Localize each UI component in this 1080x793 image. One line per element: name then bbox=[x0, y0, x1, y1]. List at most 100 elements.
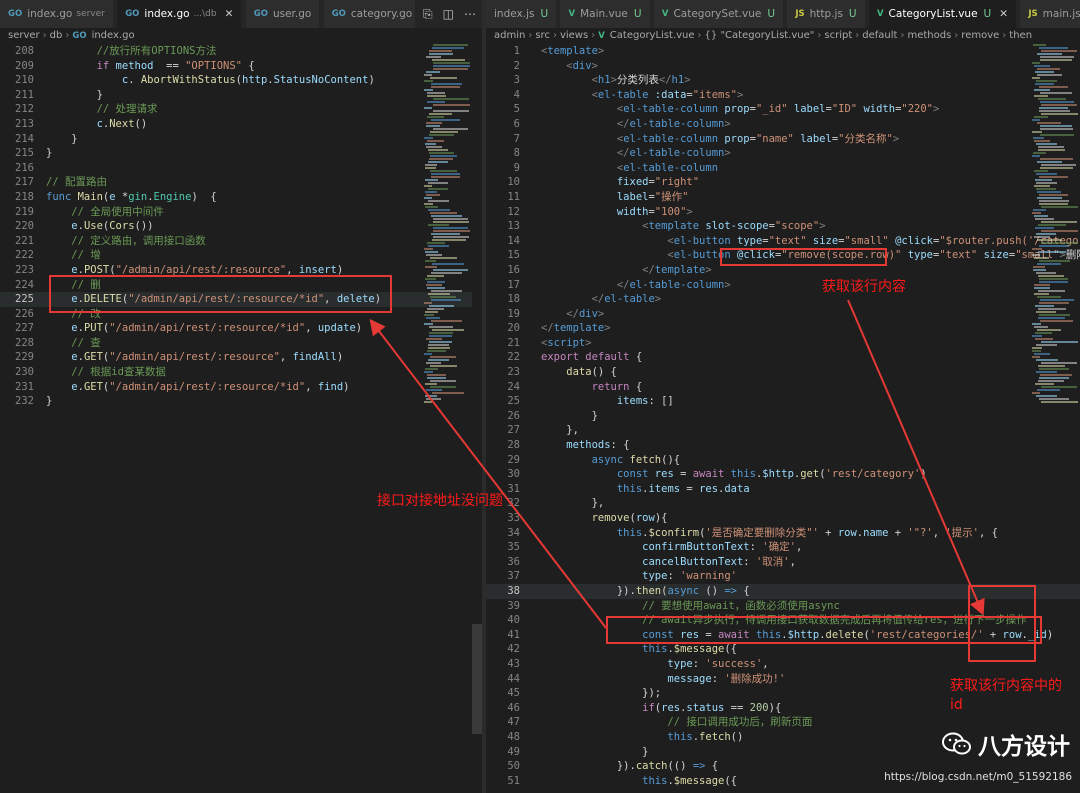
tab-index-go-server[interactable]: GO index.go server bbox=[0, 0, 114, 28]
breadcrumb-item[interactable]: src bbox=[535, 30, 550, 41]
code-line[interactable]: 39 // 要想使用await，函数必须使用async bbox=[486, 599, 1080, 614]
more-actions-icon[interactable]: ⋯ bbox=[464, 7, 476, 21]
code-line[interactable]: 5 <el-table-column prop="_id" label="ID"… bbox=[486, 102, 1080, 117]
close-icon[interactable]: ✕ bbox=[999, 8, 1008, 20]
breadcrumb-item[interactable]: methods bbox=[907, 30, 951, 41]
code-line[interactable]: 23 data() { bbox=[486, 365, 1080, 380]
vertical-scrollbar[interactable] bbox=[472, 44, 482, 793]
code-line[interactable]: 214 } bbox=[0, 132, 482, 147]
code-line[interactable]: 231 e.GET("/admin/api/rest/:resource/*id… bbox=[0, 380, 482, 395]
code-line[interactable]: 4 <el-table :data="items"> bbox=[486, 88, 1080, 103]
code-line[interactable]: 37 type: 'warning' bbox=[486, 569, 1080, 584]
code-line[interactable]: 221 // 定义路由，调用接口函数 bbox=[0, 234, 482, 249]
code-line[interactable]: 13 <template slot-scope="scope"> bbox=[486, 219, 1080, 234]
code-line[interactable]: 40 // await异步执行，待调用接口获取数据完成后再将值传给res，进行下… bbox=[486, 613, 1080, 628]
code-line[interactable]: 222 // 增 bbox=[0, 248, 482, 263]
code-line[interactable]: 8 </el-table-column> bbox=[486, 146, 1080, 161]
code-line[interactable]: 35 confirmButtonText: '确定', bbox=[486, 540, 1080, 555]
code-line[interactable]: 209 if method == "OPTIONS" { bbox=[0, 59, 482, 74]
breadcrumb-item[interactable]: script bbox=[824, 30, 852, 41]
code-line[interactable]: 218 func Main(e *gin.Engine) { bbox=[0, 190, 482, 205]
code-line[interactable]: 25 items: [] bbox=[486, 394, 1080, 409]
code-line[interactable]: 216 bbox=[0, 161, 482, 176]
code-line[interactable]: 211 } bbox=[0, 88, 482, 103]
code-line[interactable]: 11 label="操作" bbox=[486, 190, 1080, 205]
breadcrumb-item[interactable]: admin bbox=[494, 30, 525, 41]
code-line[interactable]: 212 // 处理请求 bbox=[0, 102, 482, 117]
code-line[interactable]: 18 </el-table> bbox=[486, 292, 1080, 307]
tab-main-js[interactable]: JS main.js M bbox=[1020, 0, 1080, 28]
code-editor[interactable]: 208 //放行所有OPTIONS方法 209 if method == "OPT… bbox=[0, 44, 482, 409]
code-line[interactable]: 30 const res = await this.$http.get('res… bbox=[486, 467, 1080, 482]
code-line[interactable]: 2 <div> bbox=[486, 59, 1080, 74]
breadcrumb-item[interactable]: index.go bbox=[92, 30, 135, 41]
code-line[interactable]: 229 e.GET("/admin/api/rest/:resource", f… bbox=[0, 350, 482, 365]
code-line[interactable]: 20 </template> bbox=[486, 321, 1080, 336]
close-icon[interactable]: ✕ bbox=[225, 8, 234, 20]
code-line[interactable]: 22 export default { bbox=[486, 350, 1080, 365]
code-line[interactable]: 223 e.POST("/admin/api/rest/:resource", … bbox=[0, 263, 482, 278]
code-line[interactable]: 43 type: 'success', bbox=[486, 657, 1080, 672]
code-line[interactable]: 225 e.DELETE("/admin/api/rest/:resource/… bbox=[0, 292, 482, 307]
code-line[interactable]: 9 <el-table-column bbox=[486, 161, 1080, 176]
code-line[interactable]: 227 e.PUT("/admin/api/rest/:resource/*id… bbox=[0, 321, 482, 336]
code-line[interactable]: 10 fixed="right" bbox=[486, 175, 1080, 190]
scrollbar-thumb[interactable] bbox=[472, 624, 482, 734]
code-line[interactable]: 220 e.Use(Cors()) bbox=[0, 219, 482, 234]
split-editor-icon[interactable]: ◫ bbox=[443, 7, 454, 21]
code-line[interactable]: 12 width="100"> bbox=[486, 205, 1080, 220]
tab-index-go-db[interactable]: GO index.go ...\db ✕ bbox=[117, 0, 243, 28]
code-line[interactable]: 21 <script> bbox=[486, 336, 1080, 351]
code-line[interactable]: 224 // 删 bbox=[0, 278, 482, 293]
code-line[interactable]: 31 this.items = res.data bbox=[486, 482, 1080, 497]
breadcrumb-item[interactable]: {} "CategoryList.vue" bbox=[705, 30, 815, 41]
compare-changes-icon[interactable]: ⎘ bbox=[423, 7, 433, 22]
tab-index-js[interactable]: index.js U bbox=[486, 0, 558, 28]
code-line[interactable]: 36 cancelButtonText: '取消', bbox=[486, 555, 1080, 570]
code-line[interactable]: 19 </div> bbox=[486, 307, 1080, 322]
code-line[interactable]: 15 <el-button @click="remove(scope.row)"… bbox=[486, 248, 1080, 263]
code-line[interactable]: 219 // 全局使用中间件 bbox=[0, 205, 482, 220]
code-line[interactable]: 217 // 配置路由 bbox=[0, 175, 482, 190]
tab-user-go[interactable]: GO user.go bbox=[245, 0, 321, 28]
code-line[interactable]: 26 } bbox=[486, 409, 1080, 424]
breadcrumb-item[interactable]: db bbox=[50, 30, 63, 41]
tab-category-go[interactable]: GO category.go bbox=[323, 0, 422, 28]
code-line[interactable]: 228 // 查 bbox=[0, 336, 482, 351]
code-line[interactable]: 213 c.Next() bbox=[0, 117, 482, 132]
code-line[interactable]: 16 </template> bbox=[486, 263, 1080, 278]
code-line[interactable]: 226 // 改 bbox=[0, 307, 482, 322]
tab-categoryset-vue[interactable]: V CategorySet.vue U bbox=[653, 0, 784, 28]
code-line[interactable]: 215} bbox=[0, 146, 482, 161]
tab-categorylist-vue[interactable]: V CategoryList.vue U ✕ bbox=[868, 0, 1018, 28]
code-line[interactable]: 1 <template> bbox=[486, 44, 1080, 59]
minimap[interactable] bbox=[424, 44, 472, 793]
code-line[interactable]: 7 <el-table-column prop="name" label="分类… bbox=[486, 132, 1080, 147]
breadcrumb-item[interactable]: default bbox=[862, 30, 897, 41]
code-line[interactable]: 38 }).then(async () => { bbox=[486, 583, 1080, 599]
breadcrumb-item[interactable]: CategoryList.vue bbox=[610, 30, 695, 41]
breadcrumb-item[interactable]: views bbox=[560, 30, 588, 41]
code-line[interactable]: 6 </el-table-column> bbox=[486, 117, 1080, 132]
code-line[interactable]: 230 // 根据id查某数据 bbox=[0, 365, 482, 380]
code-line[interactable]: 41 const res = await this.$http.delete('… bbox=[486, 628, 1080, 643]
code-line[interactable]: 14 <el-button type="text" size="small" @… bbox=[486, 234, 1080, 249]
code-line[interactable]: 208 //放行所有OPTIONS方法 bbox=[0, 44, 482, 59]
tab-http-js[interactable]: JS http.js U bbox=[787, 0, 866, 28]
code-line[interactable]: 27 }, bbox=[486, 423, 1080, 438]
breadcrumb-item[interactable]: then bbox=[1009, 30, 1032, 41]
code-line[interactable]: 28 methods: { bbox=[486, 438, 1080, 453]
code-line[interactable]: 33 remove(row){ bbox=[486, 511, 1080, 526]
breadcrumb-item[interactable]: server bbox=[8, 30, 40, 41]
code-line[interactable]: 32 }, bbox=[486, 496, 1080, 511]
code-line[interactable]: 17 </el-table-column> bbox=[486, 278, 1080, 293]
code-line[interactable]: 232} bbox=[0, 394, 482, 409]
breadcrumb-item[interactable]: remove bbox=[961, 30, 999, 41]
code-line[interactable]: 210 c. AbortWithStatus(http.StatusNoCont… bbox=[0, 73, 482, 88]
code-line[interactable]: 34 this.$confirm('是否确定要删除分类"' + row.name… bbox=[486, 526, 1080, 541]
tab-main-vue[interactable]: V Main.vue U bbox=[560, 0, 651, 28]
code-line[interactable]: 24 return { bbox=[486, 380, 1080, 395]
code-line[interactable]: 29 async fetch(){ bbox=[486, 453, 1080, 468]
code-line[interactable]: 42 this.$message({ bbox=[486, 642, 1080, 657]
code-line[interactable]: 3 <h1>分类列表</h1> bbox=[486, 73, 1080, 88]
